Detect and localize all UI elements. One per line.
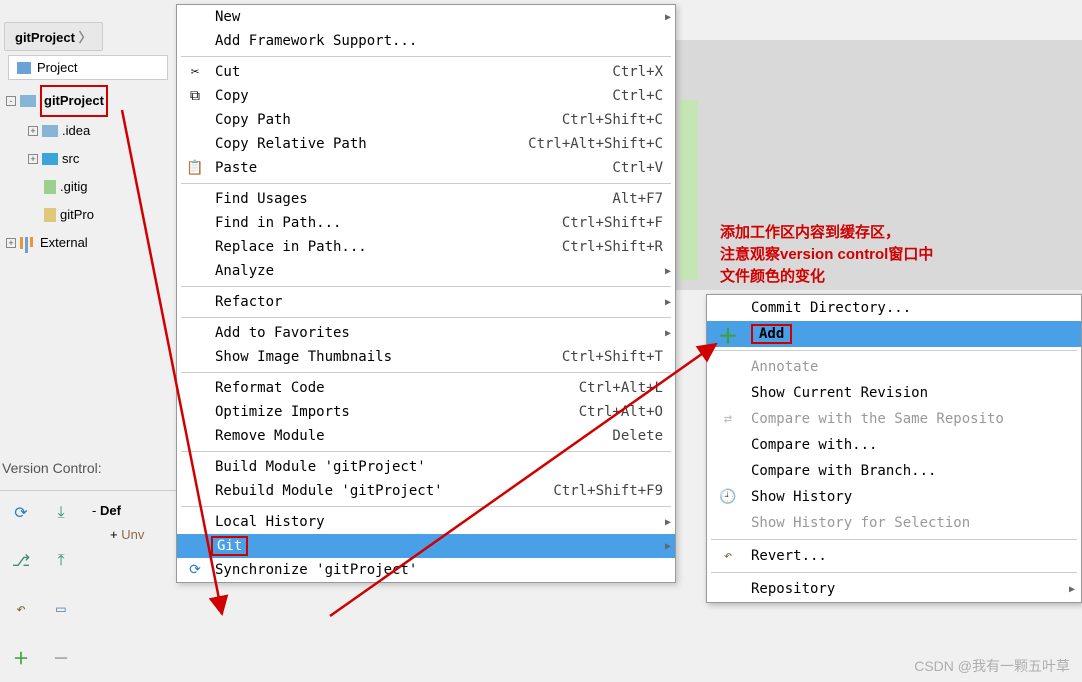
revert-icon[interactable]: ↶ — [10, 598, 32, 620]
expand-icon[interactable]: + — [6, 238, 16, 248]
remove-icon[interactable]: － — [50, 646, 72, 668]
menu-copy-path[interactable]: Copy PathCtrl+Shift+C — [177, 108, 675, 132]
folder-icon — [42, 153, 58, 165]
history-icon: 🕘 — [717, 489, 739, 505]
git-compare-with[interactable]: Compare with... — [707, 432, 1081, 458]
vc-unversioned[interactable]: + Unv — [92, 523, 176, 547]
paste-icon: 📋 — [185, 160, 205, 176]
menu-copy[interactable]: ⧉CopyCtrl+C — [177, 84, 675, 108]
menu-local-history[interactable]: Local History▶ — [177, 510, 675, 534]
menu-paste[interactable]: 📋PasteCtrl+V — [177, 156, 675, 180]
git-submenu: Commit Directory... ＋Add Annotate Show C… — [706, 294, 1082, 603]
expand-icon[interactable]: + — [28, 126, 38, 136]
menu-find-usages[interactable]: Find UsagesAlt+F7 — [177, 187, 675, 211]
menu-git[interactable]: Git▶ — [177, 534, 675, 558]
menu-find-in-path[interactable]: Find in Path...Ctrl+Shift+F — [177, 211, 675, 235]
copy-icon: ⧉ — [185, 88, 205, 104]
file-icon — [44, 208, 56, 222]
context-menu: New▶ Add Framework Support... ✂CutCtrl+X… — [176, 4, 676, 583]
tree-item[interactable]: gitPro — [60, 201, 94, 229]
menu-reformat[interactable]: Reformat CodeCtrl+Alt+L — [177, 376, 675, 400]
watermark: CSDN @我有一颗五叶草 — [914, 656, 1070, 676]
git-compare-same: ⇄Compare with the Same Reposito — [707, 406, 1081, 432]
menu-refactor[interactable]: Refactor▶ — [177, 290, 675, 314]
add-icon[interactable]: ＋ — [10, 646, 32, 668]
tree-root[interactable]: gitProject — [40, 85, 108, 117]
menu-optimize-imports[interactable]: Optimize ImportsCtrl+Alt+O — [177, 400, 675, 424]
version-control-panel: ⟳ ⤓ ⎇ ⤒ ↶ ▭ ＋ － - Def + Unv — [0, 490, 176, 680]
expand-icon[interactable]: + — [28, 154, 38, 164]
compare-icon: ⇄ — [717, 411, 739, 427]
menu-copy-rel-path[interactable]: Copy Relative PathCtrl+Alt+Shift+C — [177, 132, 675, 156]
git-add[interactable]: ＋Add — [707, 321, 1081, 347]
menu-cut[interactable]: ✂CutCtrl+X — [177, 60, 675, 84]
tree-item[interactable]: src — [62, 145, 79, 173]
folder-icon[interactable]: ▭ — [50, 598, 72, 620]
tree-item[interactable]: .gitig — [60, 173, 87, 201]
collapse-down-icon[interactable]: ⤓ — [50, 501, 72, 523]
project-tree[interactable]: - gitProject + .idea + src .gitig gitPro + E… — [0, 85, 180, 257]
git-annotate: Annotate — [707, 354, 1081, 380]
folder-icon — [42, 125, 58, 137]
version-control-label: Version Control: — [2, 460, 102, 476]
branch-icon[interactable]: ⎇ — [10, 549, 32, 571]
cut-icon: ✂ — [185, 64, 205, 80]
library-icon — [20, 237, 36, 249]
menu-build-module[interactable]: Build Module 'gitProject' — [177, 455, 675, 479]
git-repository[interactable]: Repository▶ — [707, 576, 1081, 602]
gutter-strip — [680, 100, 698, 280]
folder-icon — [20, 95, 36, 107]
git-show-revision[interactable]: Show Current Revision — [707, 380, 1081, 406]
file-icon — [44, 180, 56, 194]
annotation-text: 添加工作区内容到缓存区， 注意观察version control窗口中 文件颜色… — [720, 222, 933, 288]
git-show-history[interactable]: 🕘Show History — [707, 484, 1081, 510]
menu-replace-in-path[interactable]: Replace in Path...Ctrl+Shift+R — [177, 235, 675, 259]
menu-rebuild-module[interactable]: Rebuild Module 'gitProject'Ctrl+Shift+F9 — [177, 479, 675, 503]
git-revert[interactable]: ↶Revert... — [707, 543, 1081, 569]
project-icon — [17, 62, 31, 74]
sync-icon: ⟳ — [185, 562, 205, 578]
tree-item[interactable]: .idea — [62, 117, 90, 145]
add-icon: ＋ — [717, 320, 739, 349]
collapse-icon[interactable]: - — [6, 96, 16, 106]
menu-add-favorites[interactable]: Add to Favorites▶ — [177, 321, 675, 345]
revert-icon: ↶ — [717, 548, 739, 564]
menu-new[interactable]: New▶ — [177, 5, 675, 29]
git-commit[interactable]: Commit Directory... — [707, 295, 1081, 321]
git-compare-branch[interactable]: Compare with Branch... — [707, 458, 1081, 484]
git-show-history-sel: Show History for Selection — [707, 510, 1081, 536]
menu-analyze[interactable]: Analyze▶ — [177, 259, 675, 283]
menu-add-framework[interactable]: Add Framework Support... — [177, 29, 675, 53]
menu-show-thumbnails[interactable]: Show Image ThumbnailsCtrl+Shift+T — [177, 345, 675, 369]
menu-synchronize[interactable]: ⟳Synchronize 'gitProject' — [177, 558, 675, 582]
refresh-icon[interactable]: ⟳ — [10, 501, 32, 523]
breadcrumb[interactable]: gitProject 〉 — [4, 22, 103, 51]
vc-changelist[interactable]: - Def — [92, 499, 176, 523]
expand-up-icon[interactable]: ⤒ — [50, 549, 72, 571]
menu-remove-module[interactable]: Remove ModuleDelete — [177, 424, 675, 448]
project-tab[interactable]: Project — [8, 55, 168, 80]
tree-item[interactable]: External — [40, 229, 88, 257]
